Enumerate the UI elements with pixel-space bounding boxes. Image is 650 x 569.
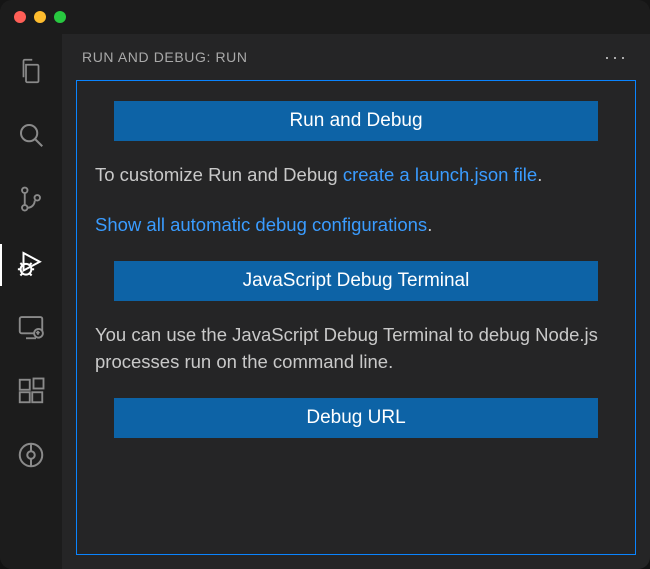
debug-icon [16,248,46,283]
more-actions-button[interactable]: ··· [602,43,630,72]
explorer-tab[interactable] [0,48,62,98]
window-minimize-icon[interactable] [34,11,46,23]
sidebar-title: RUN AND DEBUG: RUN [82,49,248,65]
source-control-icon [16,184,46,219]
window-close-icon[interactable] [14,11,26,23]
source-control-tab[interactable] [0,176,62,226]
search-icon [16,120,46,155]
activity-bar [0,34,62,569]
remote-explorer-tab[interactable] [0,304,62,354]
show-all-configs-link[interactable]: Show all automatic debug configurations [95,214,427,235]
js-debug-terminal-button[interactable]: JavaScript Debug Terminal [114,261,598,301]
debug-url-button[interactable]: Debug URL [114,398,598,438]
git-graph-tab[interactable] [0,432,62,482]
search-tab[interactable] [0,112,62,162]
sidebar: RUN AND DEBUG: RUN ··· Run and Debug To … [62,34,650,569]
remote-explorer-icon [16,312,46,347]
js-terminal-desc: You can use the JavaScript Debug Termina… [95,321,617,377]
sidebar-header: RUN AND DEBUG: RUN ··· [62,34,650,80]
show-all-line: Show all automatic debug configurations. [95,211,617,239]
titlebar [0,0,650,34]
git-commit-icon [16,440,46,475]
run-debug-panel: Run and Debug To customize Run and Debug… [76,80,636,555]
extensions-icon [16,376,46,411]
files-icon [16,56,46,91]
show-all-suffix: . [427,214,432,235]
window-zoom-icon[interactable] [54,11,66,23]
app-window: RUN AND DEBUG: RUN ··· Run and Debug To … [0,0,650,569]
run-and-debug-button[interactable]: Run and Debug [114,101,598,141]
run-debug-tab[interactable] [0,240,62,290]
customize-suffix: . [537,164,542,185]
customize-text: To customize Run and Debug create a laun… [95,161,617,189]
create-launch-json-link[interactable]: create a launch.json file [343,164,537,185]
customize-prefix: To customize Run and Debug [95,164,343,185]
extensions-tab[interactable] [0,368,62,418]
main-body: RUN AND DEBUG: RUN ··· Run and Debug To … [0,34,650,569]
